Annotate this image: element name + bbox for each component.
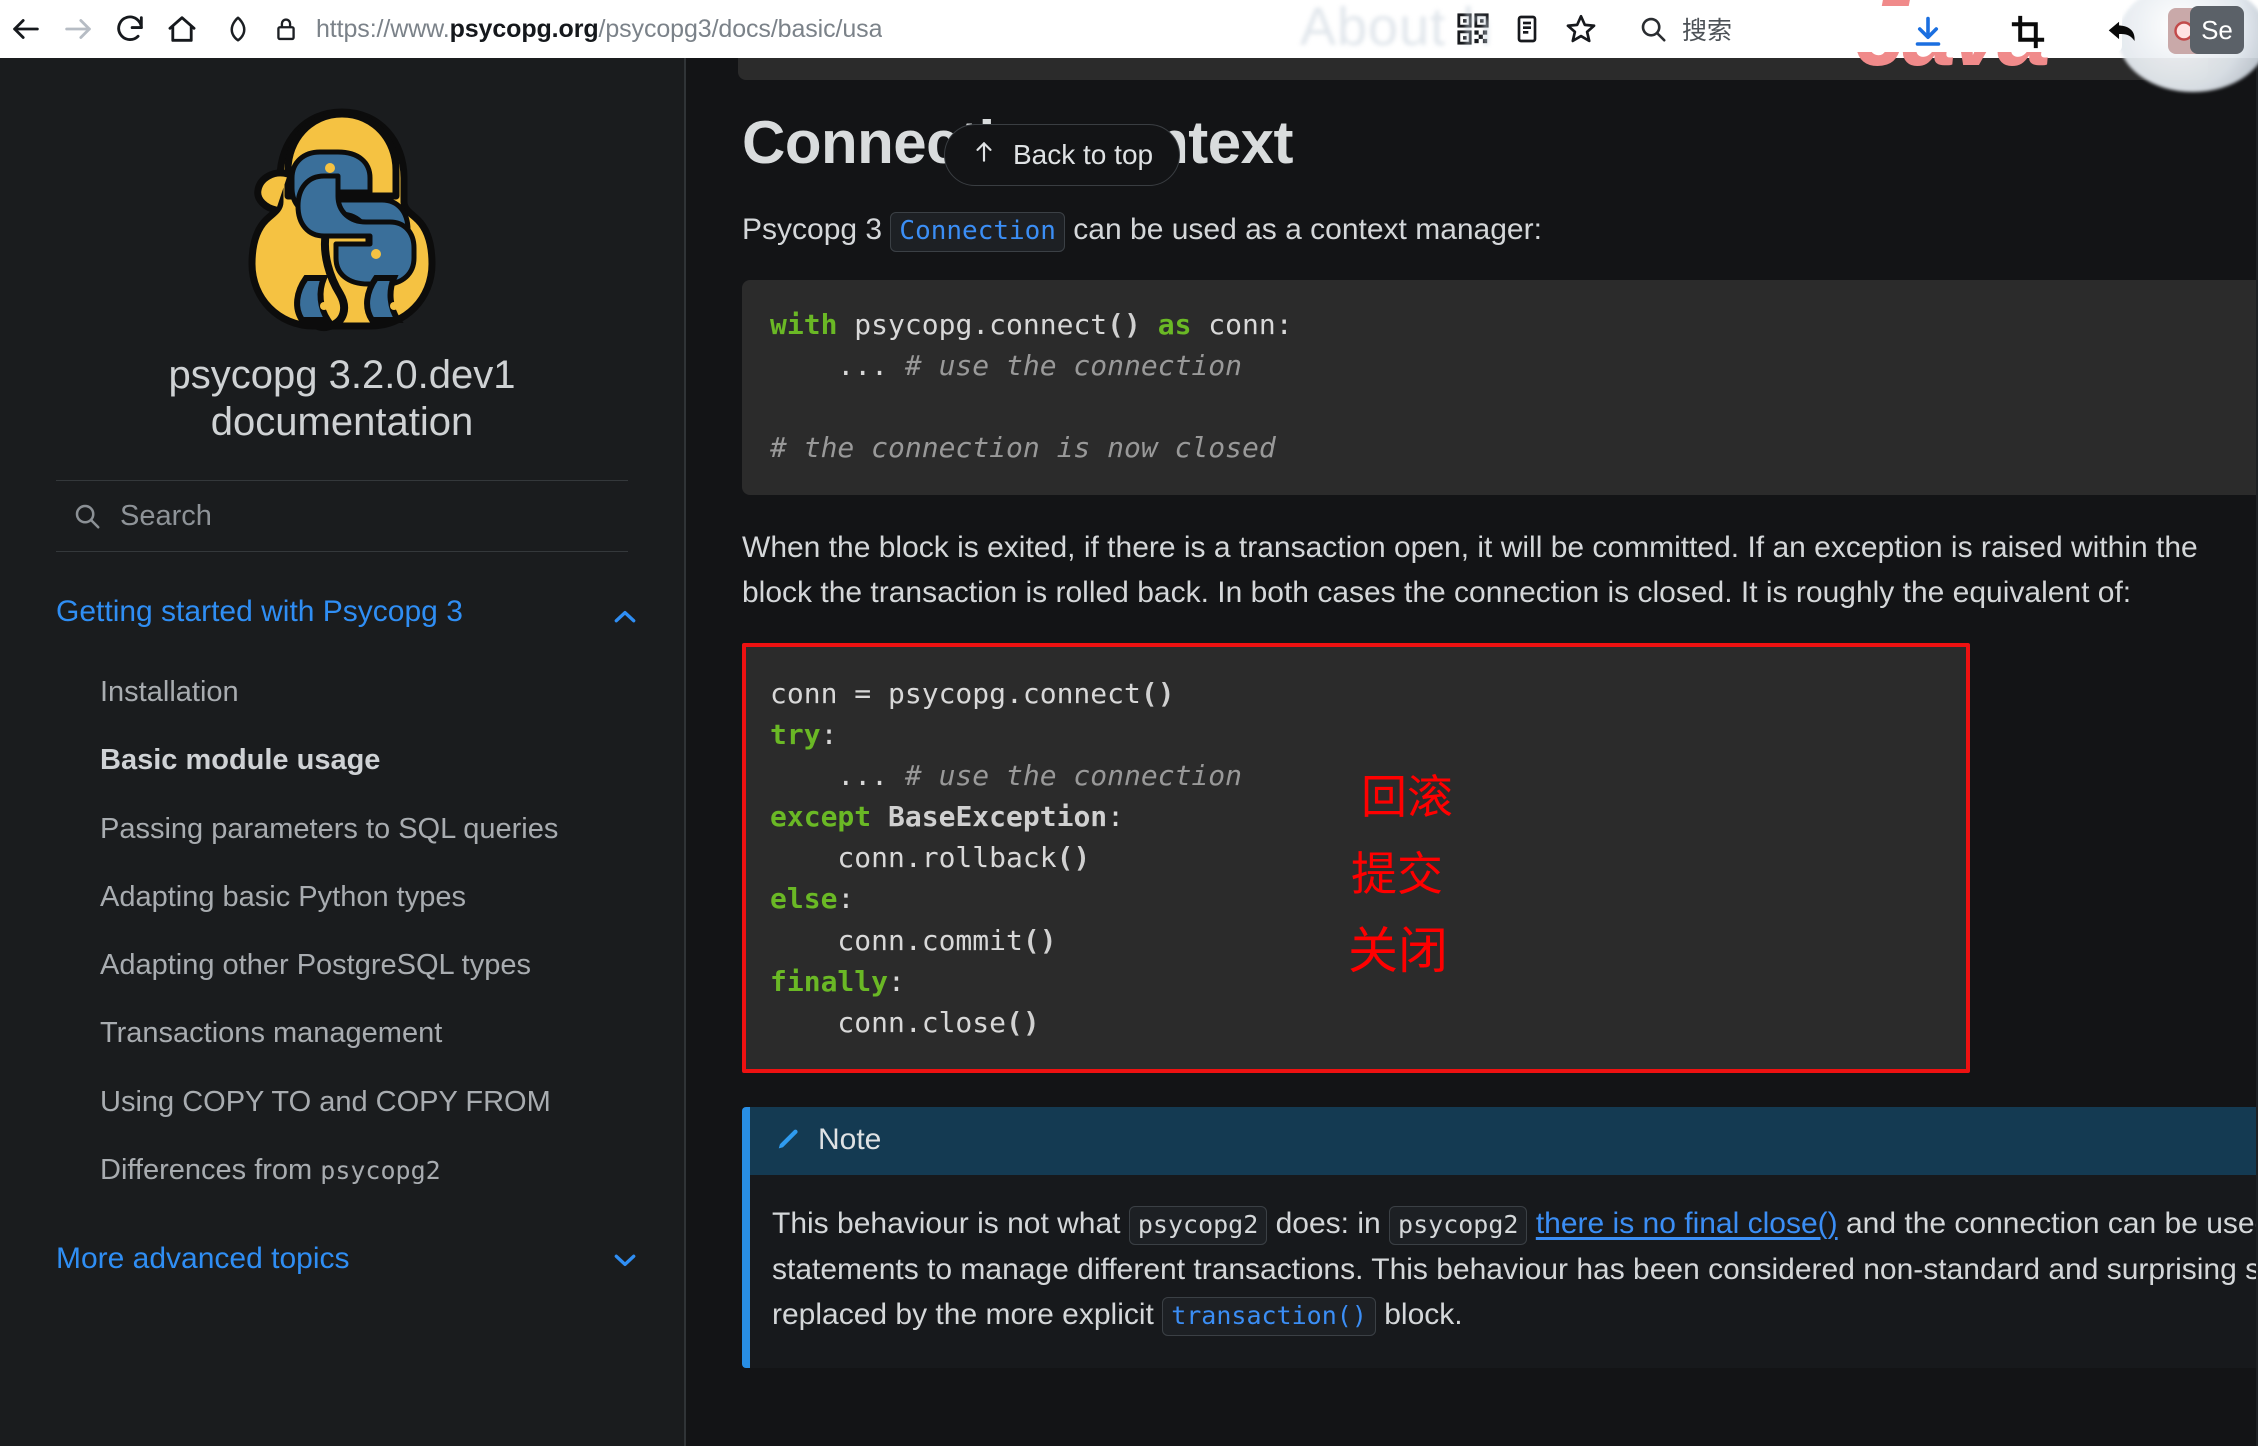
sidebar-item-label: Installation bbox=[100, 675, 239, 708]
download-icon[interactable] bbox=[1905, 12, 1951, 52]
note-text: and the connection can be used in severa… bbox=[1845, 1207, 2258, 1241]
page-body: psycopg 3.2.0.dev1 documentation Search … bbox=[0, 58, 2258, 1446]
inline-code: psycopg2 bbox=[1128, 1206, 1268, 1246]
selenium-extension-icon[interactable]: Se bbox=[2190, 6, 2244, 54]
home-icon[interactable] bbox=[156, 3, 208, 55]
note-text: statements to manage different transacti… bbox=[772, 1252, 2258, 1332]
annotation-close: 关闭 bbox=[1348, 921, 1448, 980]
back-to-top-button[interactable]: Back to top bbox=[944, 124, 1181, 186]
magnifier-icon bbox=[1638, 14, 1668, 44]
sidebar-item-installation[interactable]: Installation bbox=[100, 673, 600, 711]
annotation-rollback: 回滚 bbox=[1361, 769, 1453, 824]
sidebar-item-transactions-management[interactable]: Transactions management bbox=[100, 1014, 600, 1052]
code-block-with-statement: with psycopg.connect() as conn: ... # us… bbox=[742, 280, 2258, 495]
selenium-label: Se bbox=[2201, 14, 2233, 45]
psycopg-elephant-python-logo bbox=[248, 108, 436, 331]
sidebar: psycopg 3.2.0.dev1 documentation Search … bbox=[0, 58, 686, 1446]
forward-arrow-icon bbox=[52, 3, 104, 55]
code-block-equivalent-wrapper: conn = psycopg.connect() try: ... # use … bbox=[742, 642, 1970, 1074]
search-icon bbox=[72, 501, 102, 531]
sidebar-title: psycopg 3.2.0.dev1 documentation bbox=[168, 353, 516, 445]
url-bar[interactable]: https://www.psycopg.org/psycopg3/docs/ba… bbox=[214, 6, 1446, 52]
sidebar-item-using-copy-to-and-copy-from[interactable]: Using COPY TO and COPY FROM bbox=[100, 1083, 600, 1121]
sidebar-section-more-advanced-topics[interactable]: More advanced topics bbox=[56, 1235, 644, 1283]
sidebar-section-getting-started[interactable]: Getting started with Psycopg 3 bbox=[56, 592, 644, 643]
sidebar-item-label: Adapting other PostgreSQL types bbox=[100, 949, 531, 982]
explanation-paragraph: When the block is exited, if there is a … bbox=[742, 530, 2198, 609]
inline-code: psycopg2 bbox=[1389, 1206, 1528, 1246]
main-content: Back to top Connection context Psycopg 3… bbox=[686, 58, 2258, 1446]
inline-code-link[interactable]: transaction() bbox=[1162, 1297, 1376, 1337]
intro-text-before: Psycopg 3 bbox=[742, 213, 891, 246]
note-body: This behaviour is not what psycopg2 does… bbox=[750, 1175, 2258, 1368]
crop-icon[interactable] bbox=[2005, 12, 2051, 52]
sidebar-item-label: Transactions management bbox=[100, 1017, 443, 1050]
url-text: https://www.psycopg.org/psycopg3/docs/ba… bbox=[316, 14, 883, 43]
sidebar-item-label: Adapting basic Python types bbox=[100, 880, 466, 913]
sidebar-item-adapting-basic-python-types[interactable]: Adapting basic Python types bbox=[100, 878, 600, 916]
sidebar-item-label: Passing parameters to SQL queries bbox=[100, 812, 559, 845]
note-text: does: in bbox=[1275, 1207, 1390, 1241]
lock-icon[interactable] bbox=[262, 6, 310, 52]
sidebar-search-placeholder: Search bbox=[120, 499, 212, 532]
sidebar-nav: Getting started with Psycopg 3 Installat… bbox=[0, 592, 684, 1283]
note-link[interactable]: there is no final close() bbox=[1536, 1207, 1838, 1240]
annotation-commit: 提交 bbox=[1351, 846, 1443, 901]
undo-arrow-icon[interactable] bbox=[2100, 12, 2146, 52]
sidebar-item-label: Differences from bbox=[100, 1153, 321, 1186]
sidebar-item-passing-parameters[interactable]: Passing parameters to SQL queries bbox=[100, 810, 600, 848]
note-header: Note bbox=[750, 1107, 2258, 1176]
chevron-up-icon[interactable] bbox=[610, 602, 640, 643]
note-text: This behaviour is not what bbox=[772, 1207, 1129, 1241]
chevron-down-icon[interactable] bbox=[610, 1245, 640, 1283]
sidebar-item-differences-from-psycopg2[interactable]: Differences from psycopg2 bbox=[100, 1151, 600, 1189]
back-arrow-icon[interactable] bbox=[0, 3, 52, 55]
reload-icon[interactable] bbox=[104, 3, 156, 55]
note-text: block. bbox=[1384, 1298, 1463, 1332]
sidebar-item-label: Basic module usage bbox=[100, 744, 381, 777]
sidebar-item-basic-module-usage[interactable]: Basic module usage bbox=[100, 741, 600, 779]
pencil-icon bbox=[772, 1126, 800, 1154]
arrow-up-icon bbox=[971, 139, 997, 172]
intro-paragraph: Psycopg 3 Connection can be used as a co… bbox=[742, 207, 2222, 252]
sidebar-logo[interactable] bbox=[0, 58, 684, 338]
intro-text-after: can be used as a context manager: bbox=[1064, 213, 1542, 246]
sidebar-section-label: More advanced topics bbox=[56, 1242, 350, 1276]
browser-toolbar: https://www.psycopg.org/psycopg3/docs/ba… bbox=[0, 0, 2258, 92]
note-title: Note bbox=[818, 1123, 882, 1157]
connection-code-link[interactable]: Connection bbox=[890, 212, 1065, 252]
shield-icon[interactable] bbox=[214, 6, 262, 52]
sidebar-item-adapting-other-postgresql-types[interactable]: Adapting other PostgreSQL types bbox=[100, 946, 600, 984]
sidebar-item-label: Using COPY TO and COPY FROM bbox=[100, 1085, 551, 1118]
browser-search-placeholder: 搜索 bbox=[1682, 17, 1733, 45]
sidebar-item-code: psycopg2 bbox=[320, 1155, 441, 1185]
sidebar-search-input[interactable]: Search bbox=[56, 480, 628, 553]
sidebar-section-label: Getting started with Psycopg 3 bbox=[56, 595, 463, 629]
note-admonition: Note This behaviour is not what psycopg2… bbox=[742, 1107, 2258, 1368]
back-to-top-label: Back to top bbox=[1013, 139, 1154, 170]
